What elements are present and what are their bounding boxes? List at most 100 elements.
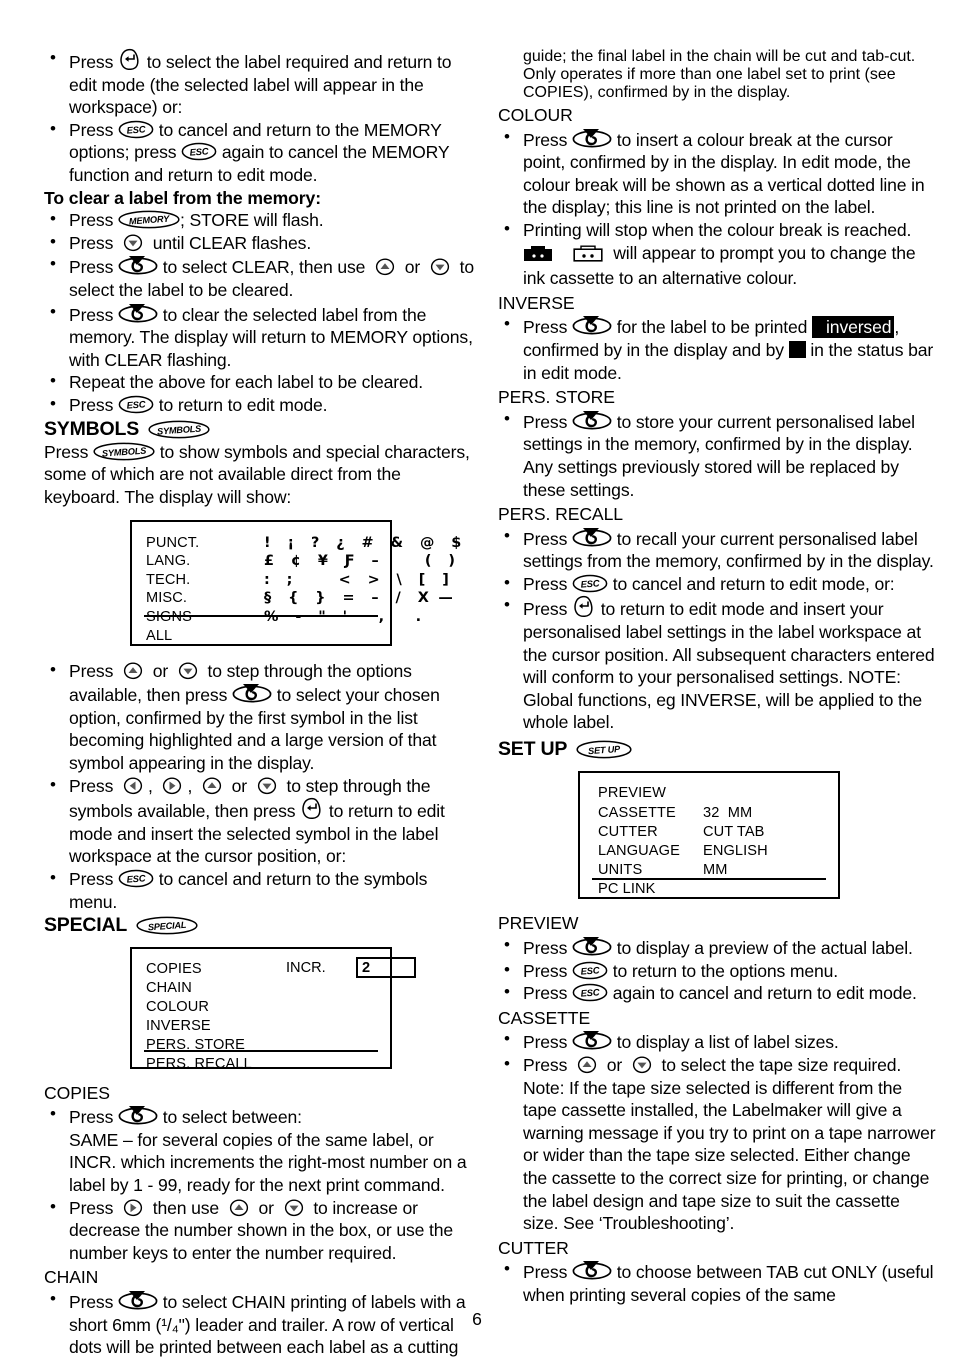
list-item: Press or to select the tape size require… xyxy=(498,1053,936,1235)
display-row-value: ENGLISH xyxy=(703,842,768,859)
page-number: 6 xyxy=(472,1309,482,1329)
preview-list: Press to display a preview of the actual… xyxy=(498,934,936,1005)
display-row: ALL xyxy=(146,627,390,646)
text-b12-incr: INCR. which increments the right-most nu… xyxy=(69,1152,467,1195)
text-r13: Press to choose between TAB cut ONLY (us… xyxy=(523,1261,934,1305)
display-divider xyxy=(592,878,826,881)
display-row-label: PUNCT. xyxy=(146,534,200,551)
display-row-value: CUT TAB xyxy=(703,823,765,840)
list-item: Press to return to edit mode and insert … xyxy=(498,594,936,734)
esc-key-icon: ESC xyxy=(572,574,608,593)
select-key-icon xyxy=(572,527,612,547)
symbols-title-text: SYMBOLS xyxy=(44,417,140,440)
list-item: Press , , or to step through the symbols… xyxy=(44,774,476,868)
colour-subtitle: COLOUR xyxy=(498,105,573,125)
select-key-icon xyxy=(572,410,612,430)
select-key-icon xyxy=(118,256,158,275)
list-item: Press for the label to be printed invers… xyxy=(498,313,936,384)
list-item: Press to store your current personalised… xyxy=(498,408,936,501)
enter-key-icon xyxy=(120,48,139,70)
select-key-icon xyxy=(118,303,158,322)
svg-text:ESC: ESC xyxy=(126,123,146,135)
list-item: Press or to step through the options ava… xyxy=(44,659,476,775)
select-key-icon xyxy=(118,1290,158,1310)
clear-steps-list: Press MEMORY; STORE will flash. Press un… xyxy=(44,208,476,416)
select-key xyxy=(572,409,612,431)
down-arrow-key xyxy=(279,1198,309,1217)
display-row: PUNCT. ! ¡ ? ¿ # & @ $ xyxy=(146,534,461,553)
key-pill-icon: SET UP xyxy=(576,740,632,759)
up-arrow-key-icon xyxy=(123,662,143,679)
up-arrow-key xyxy=(572,1055,602,1074)
text-b11: Press ESC to cancel and return to the sy… xyxy=(69,869,428,912)
display-row-label: ALL xyxy=(146,627,173,644)
list-item: Press to display a list of label sizes. xyxy=(498,1028,936,1054)
enter-key xyxy=(118,48,142,71)
esc-key-icon: ESC xyxy=(181,143,217,161)
display-row: TECH.: ; < > \ [ ] xyxy=(146,571,449,590)
copies-subtitle: COPIES xyxy=(44,1082,110,1103)
text-b1: Press to select the label required and r… xyxy=(69,48,452,117)
list-item: Press to select the label required and r… xyxy=(44,47,476,119)
filled-cassette-icon xyxy=(524,245,552,261)
key-pill-icon: SPECIAL xyxy=(136,917,198,935)
display-row-symbols: § { } = – / X — xyxy=(264,590,456,607)
pers-store-list: Press to store your current personalised… xyxy=(498,408,936,501)
symbols-display-box: PUNCT.! ¡ ? ¿ # & @ $ LANG. £ ¢ ¥ Ƒ – ( ) T… xyxy=(130,519,461,646)
down-arrow-key xyxy=(627,1055,657,1074)
select-key xyxy=(118,1289,158,1311)
text-r8: Press to display a preview of the actual… xyxy=(523,937,913,958)
up-arrow-key-icon xyxy=(229,1199,248,1216)
list-item: Press to select between: SAME – for seve… xyxy=(44,1103,476,1196)
text-r10: Press ESC again to cancel and return to … xyxy=(523,983,917,1004)
list-item: Press until CLEAR flashes. xyxy=(44,231,476,255)
list-item: Press then use or to increase or decreas… xyxy=(44,1196,476,1265)
symbols-key: SYMBOLS xyxy=(93,442,155,461)
display-row-label: CASSETTE xyxy=(598,804,676,821)
text-b10: Press , , or to step through the symbols… xyxy=(69,775,445,867)
display-row-symbols: ! ¡ ? ¿ # & @ $ xyxy=(264,534,464,551)
esc-key-icon: ESC xyxy=(572,961,608,979)
setup-display-box: PREVIEW CASSETTE 32 MM CUTTER CUT TAB LANGUAG… xyxy=(578,771,840,900)
list-item: Press ESC to cancel and return to the ME… xyxy=(44,118,476,187)
display-menu-item: PERS. RECALL xyxy=(146,1056,252,1073)
memory-select-list: Press to select the label required and r… xyxy=(44,47,476,187)
text-b5: Press to select CLEAR, then use or to se… xyxy=(69,254,474,300)
right-arrow-key xyxy=(118,1198,148,1217)
symbols-section-title: SYMBOLS SYMBOLS xyxy=(44,418,476,441)
svg-text:ESC: ESC xyxy=(126,872,146,884)
enter-key-icon xyxy=(302,798,321,820)
text-r2a: Printing will stop when the colour break… xyxy=(523,219,912,240)
svg-text:ESC: ESC xyxy=(580,577,600,589)
preview-subtitle: PREVIEW xyxy=(498,913,579,934)
text-b13: Press then use or to increase or decreas… xyxy=(69,1197,454,1263)
display-row-label: MISC. xyxy=(146,590,188,607)
outline-cassette-icon xyxy=(572,245,603,262)
select-key xyxy=(118,1104,158,1126)
select-key xyxy=(118,254,158,276)
cutter-list: Press to choose between TAB cut ONLY (us… xyxy=(498,1258,936,1306)
up-arrow-key-icon xyxy=(202,777,222,794)
select-key xyxy=(232,682,272,704)
display-row-label: PREVIEW xyxy=(598,785,667,802)
esc-key: ESC xyxy=(572,574,608,593)
inversed-word-badge: inversed xyxy=(812,316,895,339)
display-row-label: LANGUAGE xyxy=(598,842,680,859)
up-arrow-key-icon xyxy=(375,258,395,276)
cassette-subtitle: CASSETTE xyxy=(498,1007,591,1028)
cassette-icons-outline xyxy=(572,245,603,268)
up-arrow-key xyxy=(197,776,227,795)
key-pill-icon: SYMBOLS xyxy=(93,442,155,461)
left-arrow-key xyxy=(118,776,148,795)
down-arrow-key xyxy=(425,257,455,276)
setup-title-text: SET UP xyxy=(498,738,568,761)
text-r12-note: Note: If the tape size selected is diffe… xyxy=(523,1077,936,1234)
text-b7: Repeat the above for each label to be cl… xyxy=(69,372,424,393)
select-key-icon xyxy=(232,684,272,703)
symbols-key-icon: SYMBOLS xyxy=(148,420,210,439)
display-row-label: UNITS xyxy=(598,861,643,878)
select-key xyxy=(572,526,612,548)
pers-store-subtitle: PERS. STORE xyxy=(498,387,615,408)
text-b6: Press to clear the selected label from t… xyxy=(69,303,473,370)
two-column-layout: Press to select the label required and r… xyxy=(44,47,936,1359)
